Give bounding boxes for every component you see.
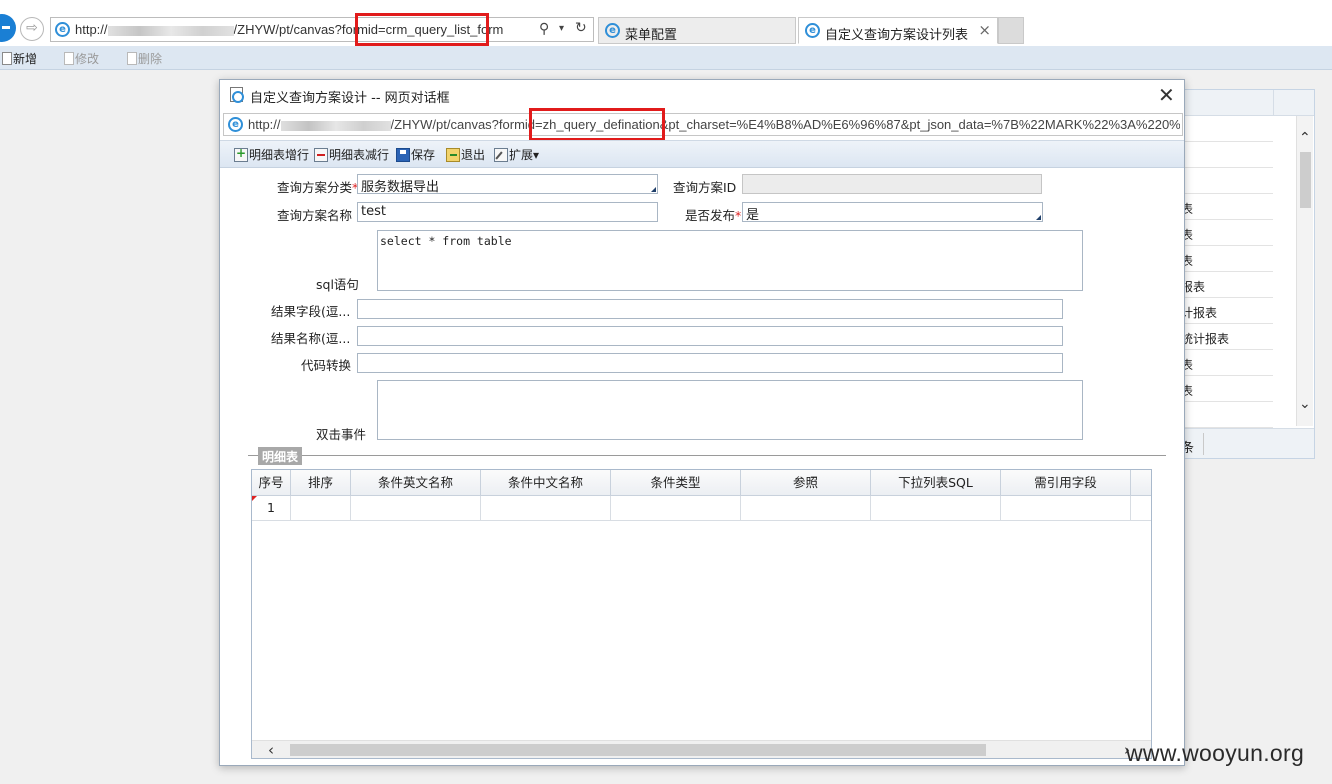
column-header[interactable]: 下拉列表SQL [871, 470, 1001, 496]
dialog-titlebar: 自定义查询方案设计 -- 网页对话框 ✕ [220, 80, 1184, 110]
column-header[interactable]: 需引用字段 [1001, 470, 1131, 496]
delete-icon [127, 52, 137, 65]
save-button[interactable]: 保存 [396, 146, 435, 163]
pencil-icon [494, 148, 508, 162]
section-divider [248, 455, 1166, 456]
dblclick-event-label: 双击事件 [316, 427, 367, 442]
table-row[interactable]: 1 [252, 496, 1151, 521]
add-row-icon [234, 146, 248, 162]
result-fields-field[interactable] [357, 299, 1063, 319]
refresh-icon[interactable]: ↻ [575, 20, 587, 36]
publish-select[interactable]: 是 [742, 202, 1043, 222]
chevron-left-icon[interactable]: ‹ [268, 741, 274, 758]
extend-menu-button[interactable]: 扩展▾ [494, 146, 539, 163]
column-header[interactable]: 参照 [741, 470, 871, 496]
reference-cell[interactable] [741, 496, 871, 521]
query-id-field [742, 174, 1042, 194]
exit-button[interactable]: 退出 [446, 146, 485, 163]
sort-cell[interactable] [291, 496, 351, 521]
exit-icon [446, 148, 460, 162]
remove-row-icon [314, 148, 328, 162]
chevron-down-icon[interactable]: ⌄ [1299, 396, 1311, 412]
search-icon[interactable]: ⚲ [539, 21, 549, 37]
category-select[interactable]: 服务数据导出 [357, 174, 658, 194]
tab-menu-config[interactable]: e 菜单配置 [598, 17, 796, 44]
tab-label: 菜单配置 [625, 28, 678, 43]
new-tab-button[interactable] [998, 17, 1024, 44]
dialog-url-bar[interactable]: e http:///ZHYW/pt/canvas?formid=zh_query… [223, 113, 1183, 136]
redacted-host [107, 25, 234, 36]
condition-cn-name-cell[interactable] [481, 496, 611, 521]
close-icon[interactable]: × [978, 21, 991, 39]
edit-icon [64, 52, 74, 65]
highlight-box-formid [355, 13, 489, 46]
dialog-title: 自定义查询方案设计 -- 网页对话框 [250, 91, 450, 106]
ie-icon: e [605, 23, 620, 38]
dropdown-sql-cell[interactable] [871, 496, 1001, 521]
new-button[interactable]: 新增 [2, 50, 37, 67]
page-toolbar: 新增 修改 删除 [0, 46, 1332, 70]
scrollbar-thumb[interactable] [290, 744, 986, 756]
column-header[interactable]: 条件英文名称 [351, 470, 481, 496]
ie-icon: e [55, 22, 70, 37]
address-bar[interactable]: e http:///ZHYW/pt/canvas?formid=crm_quer… [50, 17, 594, 42]
close-icon[interactable]: ✕ [1158, 83, 1175, 107]
sql-label: sql语句 [316, 277, 359, 292]
ie-icon: e [228, 117, 243, 132]
chevron-down-icon[interactable]: ▾ [559, 23, 564, 34]
query-id-label: 查询方案ID [673, 180, 737, 195]
document-icon [2, 52, 12, 65]
result-names-field[interactable] [357, 326, 1063, 346]
condition-en-name-cell[interactable] [351, 496, 481, 521]
webpage-icon [230, 87, 244, 103]
condition-type-cell[interactable] [611, 496, 741, 521]
vertical-scrollbar[interactable]: ⌃ ⌄ [1296, 116, 1313, 426]
delete-button[interactable]: 删除 [127, 50, 162, 67]
dialog-url-text: http:///ZHYW/pt/canvas?formid=zh_query_d… [248, 117, 1180, 132]
column-header[interactable]: 序号 [252, 470, 291, 496]
redacted-host [280, 120, 391, 131]
highlight-box-formid [529, 108, 665, 141]
back-button[interactable] [0, 14, 16, 42]
forward-button[interactable]: ⇨ [20, 17, 44, 41]
remove-row-button[interactable]: 明细表减行 [314, 146, 389, 163]
tab-label: 自定义查询方案设计列表 [825, 28, 969, 43]
publish-label: 是否发布* [685, 208, 742, 223]
chevron-up-icon[interactable]: ⌃ [1299, 130, 1311, 146]
watermark: www.wooyun.org [1126, 740, 1305, 766]
detail-section-legend: 明细表 [258, 447, 303, 465]
result-fields-label: 结果字段(逗... [271, 304, 351, 319]
sql-textarea[interactable]: select * from table [377, 230, 1083, 291]
scrollbar-thumb[interactable] [1300, 152, 1311, 208]
column-header[interactable]: 排序 [291, 470, 351, 496]
ie-icon: e [805, 23, 820, 38]
code-convert-field[interactable] [357, 353, 1063, 373]
save-icon [396, 148, 410, 162]
browser-toolbar: ⇨ e http:///ZHYW/pt/canvas?formid=crm_qu… [0, 0, 1332, 46]
query-name-label: 查询方案名称 [277, 208, 353, 223]
edit-button[interactable]: 修改 [64, 50, 99, 67]
tab-query-design-list[interactable]: e 自定义查询方案设计列表 × [798, 17, 998, 44]
column-header[interactable]: 条件中文名称 [481, 470, 611, 496]
add-row-button[interactable]: 明细表增行 [234, 146, 309, 163]
dblclick-event-textarea[interactable] [377, 380, 1083, 440]
column-header[interactable]: 条件类型 [611, 470, 741, 496]
query-name-field[interactable]: test [357, 202, 658, 222]
dialog-toolbar: 明细表增行 明细表减行 保存 退出 扩展▾ [220, 140, 1184, 168]
result-names-label: 结果名称(逗... [271, 331, 351, 346]
code-convert-label: 代码转换 [301, 358, 352, 373]
horizontal-scrollbar[interactable]: ‹ › [252, 740, 1151, 758]
grid-header: 序号 排序 条件英文名称 条件中文名称 条件类型 参照 下拉列表SQL 需引用字… [252, 470, 1151, 496]
referenced-field-cell[interactable] [1001, 496, 1131, 521]
query-design-dialog: 自定义查询方案设计 -- 网页对话框 ✕ e http:///ZHYW/pt/c… [219, 79, 1185, 766]
category-label: 查询方案分类* [277, 180, 359, 195]
detail-grid: 序号 排序 条件英文名称 条件中文名称 条件类型 参照 下拉列表SQL 需引用字… [251, 469, 1152, 759]
dirty-cell-marker [252, 496, 257, 501]
row-number-cell: 1 [252, 496, 291, 521]
